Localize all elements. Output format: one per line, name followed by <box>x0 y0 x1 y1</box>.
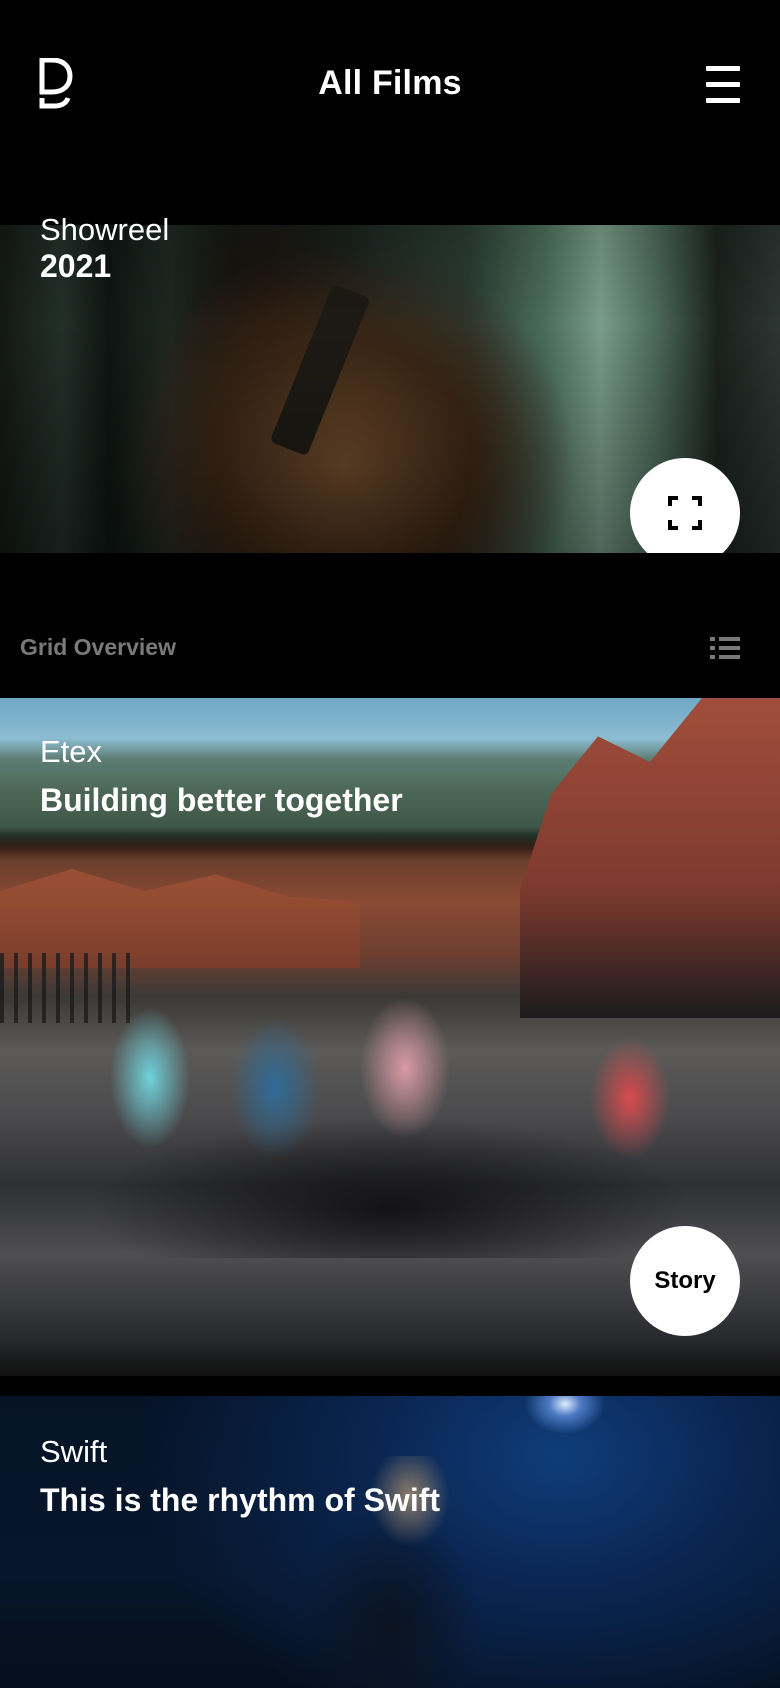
showreel-video[interactable] <box>0 225 780 553</box>
film-client: Swift <box>40 1434 108 1469</box>
fullscreen-icon <box>668 496 702 530</box>
film-title: Building better together <box>40 782 403 818</box>
showreel-label: Showreel <box>40 212 170 247</box>
film-thumbnail <box>90 978 700 1258</box>
page-title: All Films <box>318 64 462 102</box>
story-button[interactable]: Story <box>630 1226 740 1336</box>
top-header: All Films <box>0 0 780 175</box>
list-view-icon[interactable] <box>710 636 740 660</box>
showreel-year: 2021 <box>40 248 112 284</box>
hamburger-menu-icon[interactable] <box>706 66 740 104</box>
film-card-swift[interactable]: Swift This is the rhythm of Swift <box>0 1396 780 1688</box>
film-card-etex[interactable]: Etex Building better together Story <box>0 698 780 1376</box>
film-title: This is the rhythm of Swift <box>40 1482 441 1518</box>
grid-overview-bar: Grid Overview <box>0 620 780 676</box>
grid-overview-toggle[interactable]: Grid Overview <box>20 634 176 661</box>
films-page: All Films Showreel 2021 Grid Overview Et… <box>0 0 780 1688</box>
film-client: Etex <box>40 734 103 769</box>
